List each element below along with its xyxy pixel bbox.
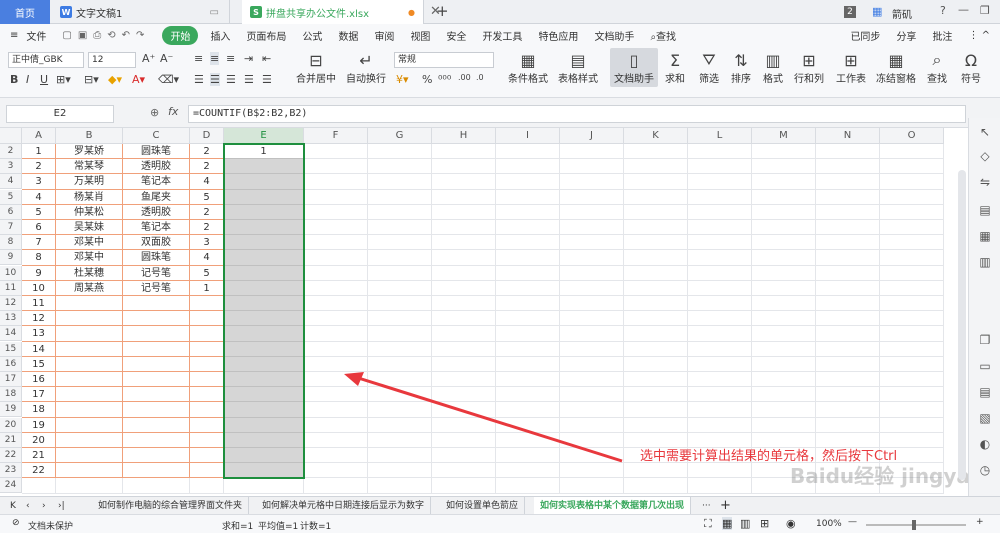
prev-sheet-icon[interactable]: ‹ (20, 497, 36, 515)
protect-icon: ⊘ (12, 518, 20, 528)
clock-icon[interactable]: ◷ (977, 462, 993, 478)
image-icon[interactable]: ▧ (977, 410, 993, 426)
eye-icon[interactable]: ◉ (786, 517, 796, 530)
pointer-icon[interactable]: ↖ (977, 124, 993, 140)
copy-icon[interactable]: ❐ (977, 332, 993, 348)
status-bar: ⊘ 文档未保护 求和=1 平均值=1 计数=1 ⛶ ▦ ▥ ⊞ ◉ 100% —… (0, 514, 1000, 533)
zoom-slider-thumb[interactable] (912, 520, 916, 530)
last-sheet-icon[interactable]: ›| (52, 497, 71, 515)
normal-view-icon[interactable]: ▦ (722, 517, 733, 530)
add-sheet-icon[interactable]: + (714, 497, 737, 515)
adjust-icon[interactable]: ⇋ (977, 174, 993, 190)
fullscreen-icon[interactable]: ⛶ (704, 517, 712, 531)
property-icon[interactable]: ▤ (977, 202, 993, 218)
status-sum: 求和=1 (222, 522, 254, 532)
red-arrow (351, 374, 623, 463)
sheet-tab-4-active[interactable]: 如何实现表格中某个数据第几次出现 (534, 497, 692, 515)
right-side-panel: ↖ ◇ ⇋ ▤ ▦ ▥ ❐ ▭ ▤ ▧ ◐ ◷ (968, 118, 1000, 496)
table-icon[interactable]: ▤ (977, 384, 993, 400)
sheet-tab-bar: K ‹ › ›| 如何制作电脑的综合管理界面文件夹 如何解决单元格中日期连接后显… (0, 496, 1000, 515)
backup-icon[interactable]: ◐ (977, 436, 993, 452)
status-avg: 平均值=1 (258, 522, 299, 532)
chart-icon[interactable]: ▥ (977, 254, 993, 270)
document-icon[interactable]: ▭ (977, 358, 993, 374)
zoom-level[interactable]: 100% (816, 519, 842, 529)
page-layout-icon[interactable]: ▥ (740, 517, 750, 530)
sheet-tab-2[interactable]: 如何解决单元格中日期连接后显示为数字 (256, 497, 432, 515)
status-count: 计数=1 (300, 522, 332, 532)
zoom-in-icon[interactable]: + (976, 517, 984, 527)
next-sheet-icon[interactable]: › (36, 497, 52, 515)
sheet-tab-1[interactable]: 如何制作电脑的综合管理界面文件夹 (92, 497, 250, 515)
zoom-out-icon[interactable]: — (848, 517, 857, 527)
zoom-slider[interactable] (866, 524, 966, 526)
vertical-scrollbar[interactable] (958, 170, 966, 480)
red-arrow-head (344, 372, 364, 386)
grid-icon[interactable]: ▦ (977, 228, 993, 244)
sheet-tab-3[interactable]: 如何设置单色箭应 (440, 497, 526, 515)
protect-status[interactable]: 文档未保护 (28, 519, 73, 532)
page-break-icon[interactable]: ⊞ (760, 517, 769, 530)
shapes-icon[interactable]: ◇ (977, 148, 993, 164)
